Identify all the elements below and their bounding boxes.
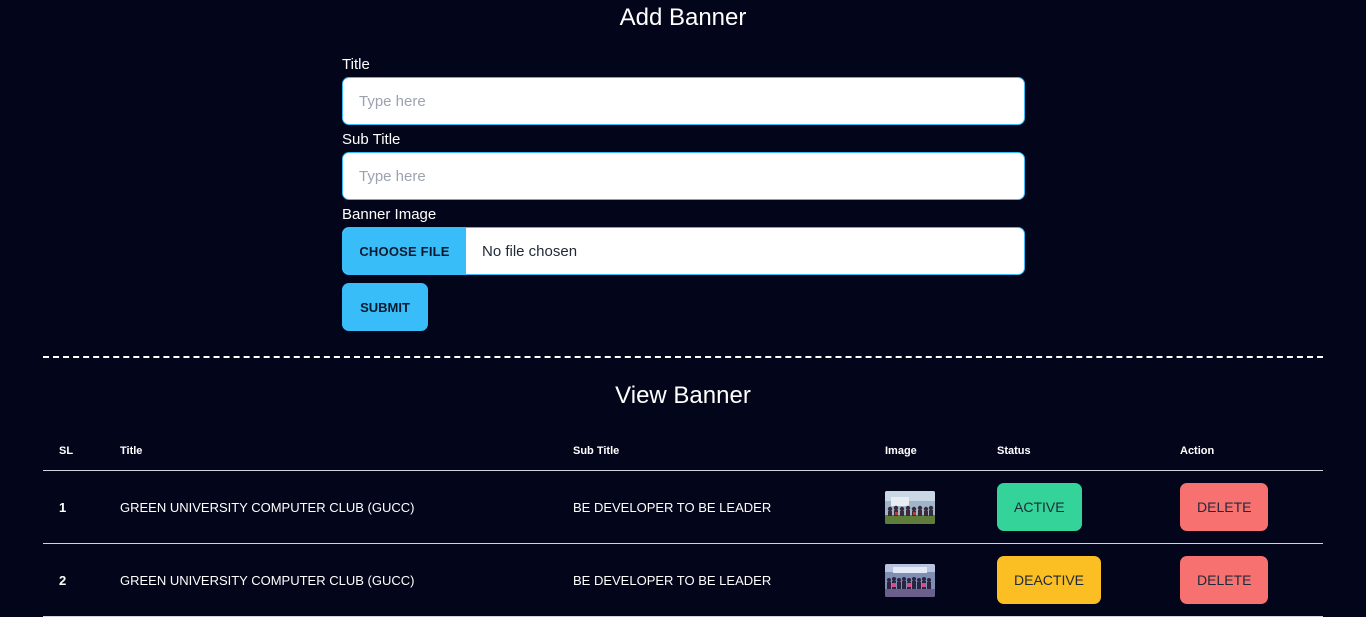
banner-thumbnail-image bbox=[885, 490, 935, 524]
file-status-text: No file chosen bbox=[482, 242, 578, 260]
section-divider bbox=[43, 356, 1323, 358]
add-banner-heading: Add Banner bbox=[619, 4, 747, 31]
row-status-cell: ACTIVE bbox=[997, 471, 1082, 543]
table-header-row: SL Title Sub Title Image Status Action bbox=[43, 432, 1323, 471]
table-row: 2 GREEN UNIVERSITY COMPUTER CLUB (GUCC) … bbox=[43, 544, 1323, 617]
status-toggle-button[interactable]: DEACTIVE bbox=[997, 556, 1102, 604]
subtitle-input[interactable] bbox=[342, 152, 1025, 200]
row-sl: 1 bbox=[59, 499, 67, 515]
view-banner-heading: View Banner bbox=[615, 382, 751, 409]
row-status-cell: DEACTIVE bbox=[997, 544, 1102, 616]
delete-button[interactable]: DELETE bbox=[1180, 483, 1269, 531]
banner-thumbnail-image bbox=[885, 563, 935, 597]
row-action-cell: DELETE bbox=[1180, 471, 1269, 543]
header-subtitle: Sub Title bbox=[573, 445, 620, 457]
banner-image-file-input[interactable]: CHOOSE FILE No file chosen bbox=[342, 227, 1025, 275]
subtitle-label: Sub Title bbox=[342, 131, 401, 148]
header-status: Status bbox=[997, 445, 1031, 457]
row-title: GREEN UNIVERSITY COMPUTER CLUB (GUCC) bbox=[120, 572, 415, 588]
banner-table: SL Title Sub Title Image Status Action 1… bbox=[43, 432, 1323, 617]
header-title: Title bbox=[120, 445, 143, 457]
table-row: 1 GREEN UNIVERSITY COMPUTER CLUB (GUCC) … bbox=[43, 471, 1323, 544]
row-image-cell bbox=[885, 471, 935, 543]
row-title: GREEN UNIVERSITY COMPUTER CLUB (GUCC) bbox=[120, 499, 415, 515]
header-image: Image bbox=[885, 445, 917, 457]
title-label: Title bbox=[342, 56, 370, 73]
delete-button[interactable]: DELETE bbox=[1180, 556, 1269, 604]
header-sl: SL bbox=[59, 445, 74, 457]
row-sl: 2 bbox=[59, 572, 67, 588]
title-input[interactable] bbox=[342, 77, 1025, 125]
row-subtitle: BE DEVELOPER TO BE LEADER bbox=[573, 572, 772, 588]
row-subtitle: BE DEVELOPER TO BE LEADER bbox=[573, 499, 772, 515]
row-image-cell bbox=[885, 544, 935, 616]
submit-button[interactable]: SUBMIT bbox=[342, 283, 428, 331]
status-toggle-button[interactable]: ACTIVE bbox=[997, 483, 1082, 531]
choose-file-button[interactable]: CHOOSE FILE bbox=[343, 228, 466, 274]
banner-admin-page: Add Banner Title Sub Title Banner Image … bbox=[0, 0, 1366, 617]
add-banner-form: Title Sub Title Banner Image CHOOSE FILE… bbox=[342, 56, 1025, 331]
banner-image-label: Banner Image bbox=[342, 206, 437, 223]
row-action-cell: DELETE bbox=[1180, 544, 1269, 616]
header-action: Action bbox=[1180, 445, 1215, 457]
